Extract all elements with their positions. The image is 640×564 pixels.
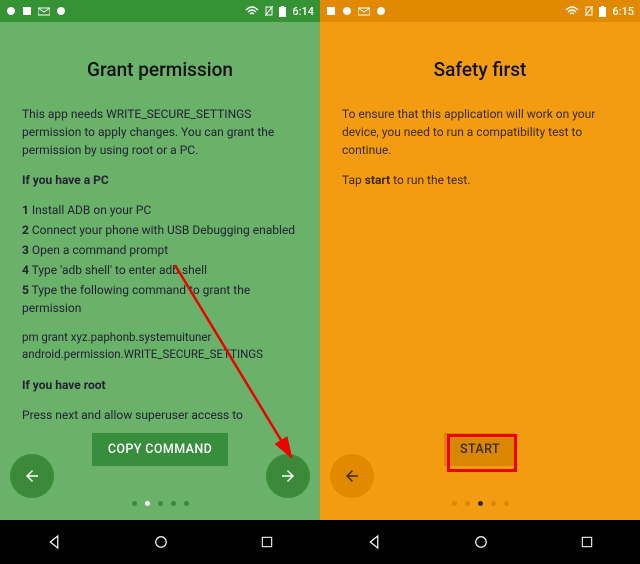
circle-icon bbox=[56, 6, 66, 16]
nav-home-icon[interactable] bbox=[152, 533, 170, 551]
root-heading: If you have root bbox=[22, 376, 298, 394]
statusbar-right: 6:14 bbox=[245, 5, 314, 18]
step-2: 2 Connect your phone with USB Debugging … bbox=[22, 221, 298, 239]
no-sim-icon bbox=[585, 6, 593, 16]
page-indicator bbox=[0, 491, 320, 510]
wifi-icon bbox=[245, 6, 259, 16]
arrow-right-icon bbox=[279, 467, 297, 485]
arrow-left-icon bbox=[343, 467, 361, 485]
circle-icon bbox=[6, 6, 16, 16]
battery-icon bbox=[279, 6, 286, 17]
wifi-icon bbox=[565, 6, 579, 16]
step-3: 3 Open a command prompt bbox=[22, 241, 298, 259]
step-1: 1 Install ADB on your PC bbox=[22, 201, 298, 219]
arrow-left-icon bbox=[23, 467, 41, 485]
content-area: Safety first To ensure that this applica… bbox=[320, 22, 640, 492]
statusbar-time: 6:14 bbox=[292, 5, 314, 18]
circle-icon bbox=[376, 6, 386, 16]
copy-command-button[interactable]: COPY COMMAND bbox=[92, 433, 228, 466]
statusbar-left-icons bbox=[326, 6, 386, 16]
screen-safety-first: 6:15 Safety first To ensure that this ap… bbox=[320, 0, 640, 564]
gallery-icon bbox=[22, 6, 32, 16]
circle-icon bbox=[342, 6, 352, 16]
step-4: 4 Type 'adb shell' to enter adb shell bbox=[22, 261, 298, 279]
page-title: Grant permission bbox=[22, 58, 298, 81]
statusbar-time: 6:15 bbox=[612, 5, 634, 18]
body-text: To ensure that this application will wor… bbox=[342, 105, 618, 189]
page-indicator bbox=[320, 491, 640, 510]
nav-back-icon[interactable] bbox=[365, 533, 383, 551]
pc-heading: If you have a PC bbox=[22, 171, 298, 189]
nav-back-icon[interactable] bbox=[45, 533, 63, 551]
page-title: Safety first bbox=[342, 58, 618, 81]
step-5: 5 Type the following command to grant th… bbox=[22, 281, 298, 317]
nav-recent-icon[interactable] bbox=[579, 534, 595, 550]
instruction-paragraph: Tap start to run the test. bbox=[342, 171, 618, 189]
android-navbar bbox=[320, 520, 640, 564]
no-sim-icon bbox=[265, 6, 273, 16]
mail-icon bbox=[38, 6, 50, 16]
nav-recent-icon[interactable] bbox=[259, 534, 275, 550]
android-navbar bbox=[0, 520, 320, 564]
statusbar-right: 6:15 bbox=[565, 5, 634, 18]
start-button[interactable]: START bbox=[444, 433, 516, 466]
body-text: This app needs WRITE_SECURE_SETTINGS per… bbox=[22, 105, 298, 424]
statusbar-left-icons bbox=[6, 6, 66, 16]
screen-grant-permission: 6:14 Grant permission This app needs WRI… bbox=[0, 0, 320, 564]
intro-paragraph: To ensure that this application will wor… bbox=[342, 105, 618, 159]
mail-icon bbox=[358, 6, 370, 16]
app-icon bbox=[326, 6, 336, 16]
root-text: Press next and allow superuser access to bbox=[22, 406, 298, 424]
statusbar: 6:15 bbox=[320, 0, 640, 22]
adb-command: pm grant xyz.paphonb.systemuituner andro… bbox=[22, 329, 298, 364]
intro-paragraph: This app needs WRITE_SECURE_SETTINGS per… bbox=[22, 105, 298, 159]
statusbar: 6:14 bbox=[0, 0, 320, 22]
content-area: Grant permission This app needs WRITE_SE… bbox=[0, 22, 320, 492]
nav-home-icon[interactable] bbox=[472, 533, 490, 551]
battery-icon bbox=[599, 6, 606, 17]
